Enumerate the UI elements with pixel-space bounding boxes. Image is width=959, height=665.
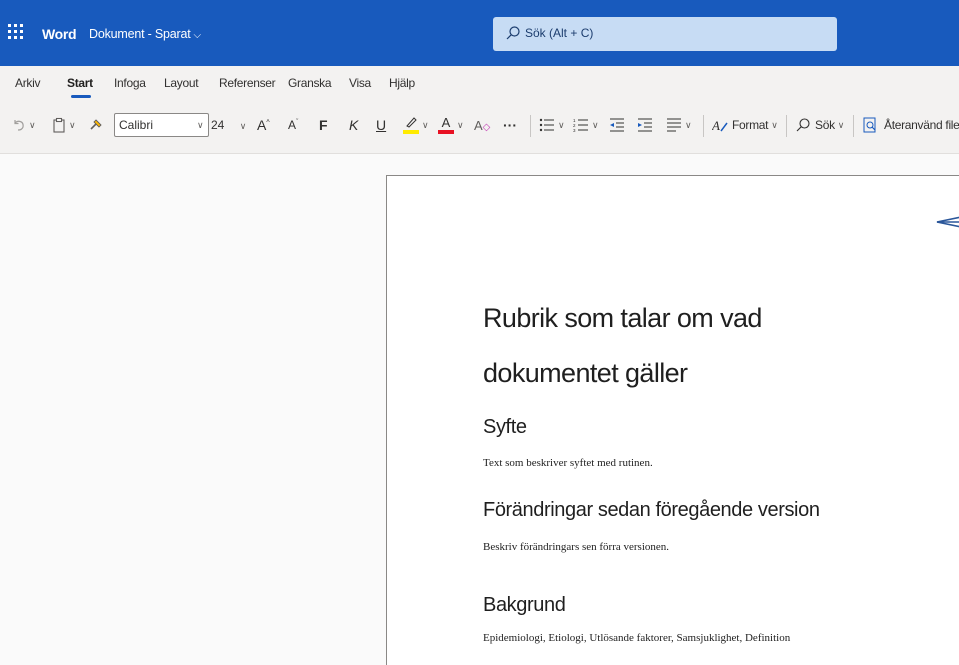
clipboard-icon <box>53 117 65 133</box>
font-color-swatch <box>438 130 454 134</box>
align-left-icon <box>667 118 681 132</box>
clear-formatting-button[interactable]: A◇ <box>474 111 490 139</box>
section-heading[interactable]: Syfte <box>483 416 527 439</box>
bold-button[interactable]: F <box>319 111 328 139</box>
search-box[interactable]: Sök (Alt + C) <box>493 17 837 51</box>
alignment-button[interactable]: ∨ <box>666 111 692 139</box>
app-name[interactable]: Word <box>42 26 77 42</box>
font-color-button[interactable]: A ∨ <box>438 111 464 139</box>
underline-button[interactable]: U <box>376 111 386 139</box>
decrease-indent-button[interactable] <box>609 111 625 139</box>
document-canvas[interactable]: Rubrik som talar om vad dokumentet gälle… <box>0 155 959 665</box>
toolbar-divider <box>530 115 531 137</box>
font-name-dropdown-icon[interactable]: ∨ <box>197 111 204 139</box>
paste-button[interactable]: ∨ <box>52 111 76 139</box>
svg-text:3: 3 <box>573 128 576 132</box>
tab-start[interactable]: Start <box>67 76 93 90</box>
chevron-down-icon: ∨ <box>422 119 429 130</box>
numbered-list-icon: 123 <box>573 118 588 132</box>
italic-button[interactable]: K <box>349 111 358 139</box>
styles-button[interactable]: A Format ∨ <box>712 111 778 139</box>
document-name-button[interactable]: Dokument - Sparat ⌵ <box>89 27 201 41</box>
bullets-button[interactable]: ∨ <box>539 111 565 139</box>
tab-infoga[interactable]: Infoga <box>114 76 146 90</box>
increase-indent-icon <box>638 118 652 132</box>
section-body[interactable]: Epidemiologi, Etiologi, Utlösande faktor… <box>483 632 790 644</box>
format-painter-icon <box>90 119 102 130</box>
ribbon: Arkiv Start Infoga Layout Referenser Gra… <box>0 66 959 154</box>
shrink-font-button[interactable]: Aˇ <box>288 111 298 139</box>
document-name: Dokument - Sparat <box>89 27 191 41</box>
font-size-field[interactable]: 24 ∨ <box>211 113 247 137</box>
styles-label: Format <box>732 118 769 132</box>
reuse-files-label: Återanvänd filer <box>884 118 959 132</box>
chevron-down-icon: ∨ <box>29 119 36 130</box>
tab-referenser[interactable]: Referenser <box>219 76 276 90</box>
highlight-color-button[interactable]: ∨ <box>403 111 429 139</box>
reuse-files-button[interactable]: Återanvänd filer <box>862 111 959 139</box>
active-tab-indicator <box>71 95 91 98</box>
find-button[interactable]: Sök ∨ <box>795 111 844 139</box>
chevron-down-icon: ∨ <box>239 121 247 131</box>
toolbar-divider <box>786 115 787 137</box>
search-icon <box>506 26 520 40</box>
search-icon <box>796 118 810 132</box>
highlighter-icon <box>403 114 419 136</box>
font-size-value: 24 <box>211 118 225 132</box>
find-label: Sök <box>815 118 835 132</box>
tab-layout[interactable]: Layout <box>164 76 199 90</box>
font-color-icon: A <box>438 114 454 136</box>
toolbar: ∨ ∨ Calibri ∨ 24 ∨ A^ Aˇ F K U ∨ A ∨ A◇ … <box>0 111 959 143</box>
tab-arkiv[interactable]: Arkiv <box>15 76 40 90</box>
document-title[interactable]: Rubrik som talar om vad dokumentet gälle… <box>483 291 903 401</box>
format-painter-button[interactable] <box>88 111 104 139</box>
chevron-down-icon: ∨ <box>592 119 599 130</box>
styles-icon: A <box>712 118 728 133</box>
tab-granska[interactable]: Granska <box>288 76 332 90</box>
bullet-list-icon <box>539 118 554 132</box>
chevron-down-icon: ∨ <box>69 119 76 130</box>
grow-font-button[interactable]: A^ <box>257 111 270 139</box>
arrow-shape <box>936 216 959 228</box>
chevron-down-icon: ∨ <box>558 119 565 130</box>
section-heading[interactable]: Förändringar sedan föregående version <box>483 499 820 522</box>
tab-visa[interactable]: Visa <box>349 76 371 90</box>
font-name-field[interactable]: Calibri <box>114 113 209 137</box>
chevron-down-icon: ⌵ <box>193 30 202 41</box>
svg-text:A: A <box>712 118 720 133</box>
undo-button[interactable]: ∨ <box>12 111 36 139</box>
section-body[interactable]: Text som beskriver syftet med rutinen. <box>483 457 653 469</box>
undo-icon <box>14 120 24 131</box>
section-heading[interactable]: Bakgrund <box>483 594 566 617</box>
highlight-color-swatch <box>403 130 419 134</box>
toolbar-divider <box>703 115 704 137</box>
toolbar-divider <box>853 115 854 137</box>
shrink-font-icon: Aˇ <box>288 118 299 132</box>
numbering-button[interactable]: 123 ∨ <box>573 111 599 139</box>
increase-indent-button[interactable] <box>637 111 653 139</box>
document-page[interactable]: Rubrik som talar om vad dokumentet gälle… <box>386 175 959 665</box>
title-bar: Word Dokument - Sparat ⌵ Sök (Alt + C) <box>0 0 959 66</box>
chevron-down-icon: ∨ <box>837 119 845 130</box>
tab-hjalp[interactable]: Hjälp <box>389 76 415 90</box>
chevron-down-icon: ∨ <box>685 119 692 130</box>
section-body[interactable]: Beskriv förändringars sen förra versione… <box>483 541 669 553</box>
search-placeholder: Sök (Alt + C) <box>525 26 594 40</box>
more-font-options-button[interactable]: ··· <box>503 111 517 139</box>
chevron-down-icon: ∨ <box>457 119 464 130</box>
decrease-indent-icon <box>610 118 624 132</box>
grow-font-icon: A^ <box>257 117 270 133</box>
clear-formatting-icon: A◇ <box>474 117 491 133</box>
reuse-files-icon <box>863 117 876 133</box>
chevron-down-icon: ∨ <box>771 119 778 130</box>
app-launcher-icon[interactable] <box>8 24 24 40</box>
